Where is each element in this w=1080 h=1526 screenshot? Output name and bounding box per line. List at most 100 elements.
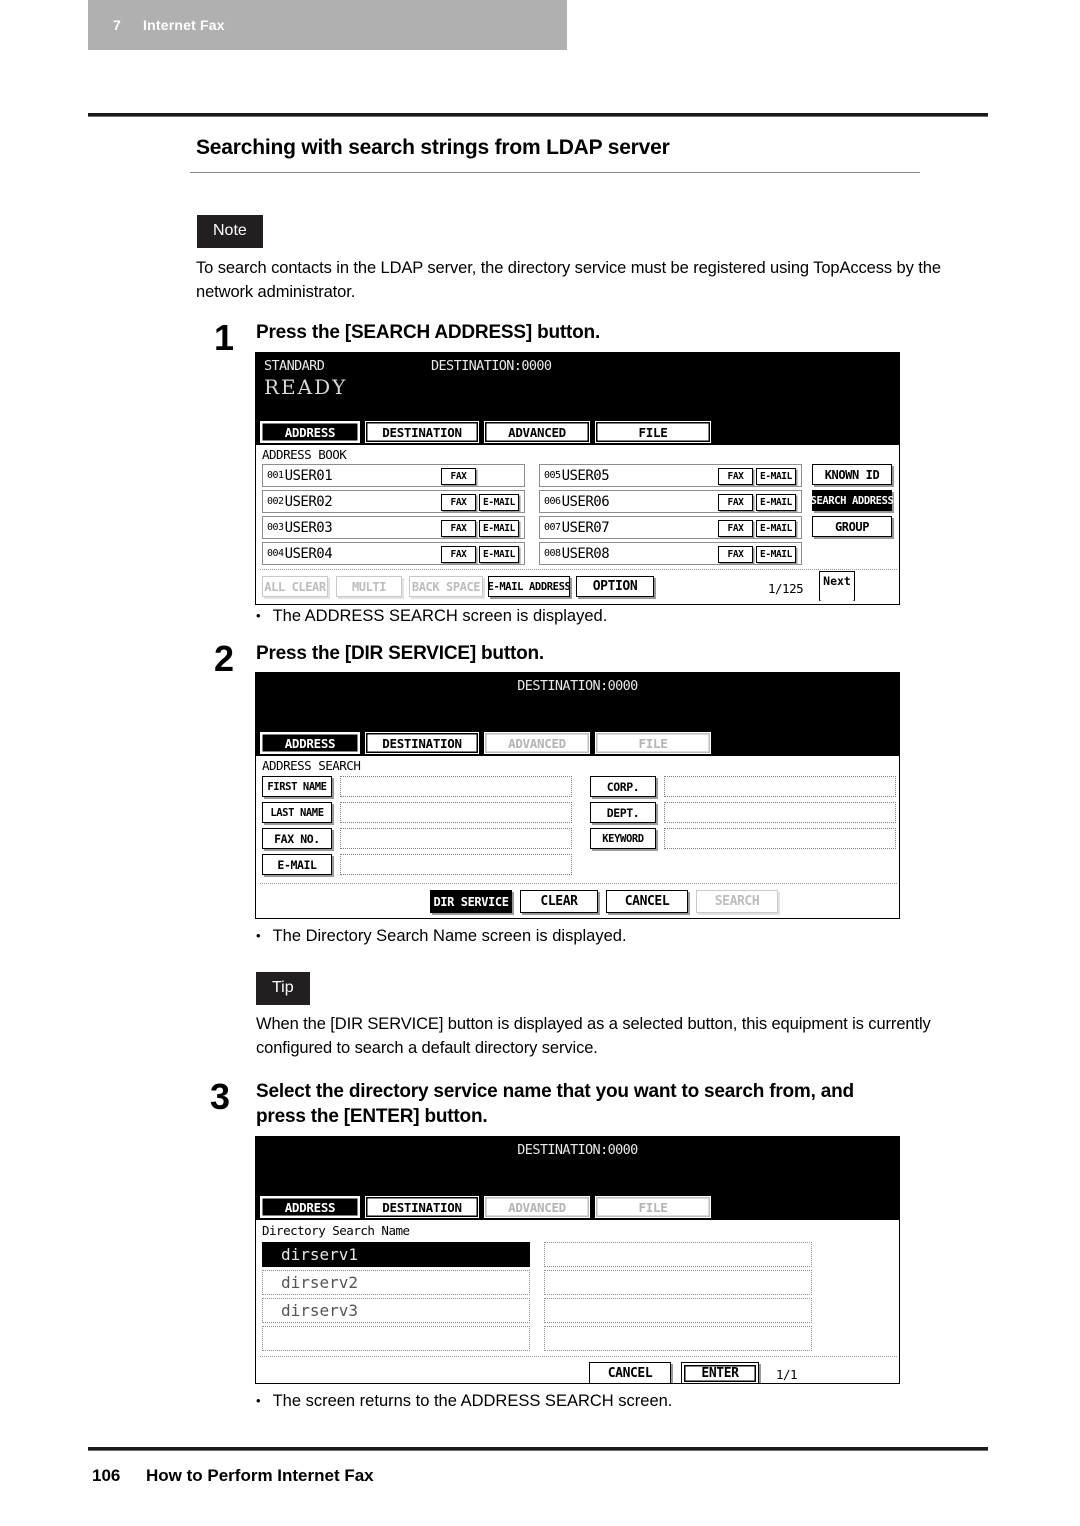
lcd3-destination-counter: DESTINATION:0000 (517, 1142, 638, 1158)
entry-fax-button[interactable]: FAX (441, 520, 476, 537)
tab-destination[interactable]: DESTINATION (365, 421, 479, 443)
directory-service-row-2[interactable]: dirserv2 (262, 1270, 530, 1295)
address-entry-003[interactable]: 003 USER03 FAX E-MAIL (262, 516, 525, 539)
tab-address[interactable]: ADDRESS (260, 732, 360, 754)
address-entry-001[interactable]: 001 USER01 FAX (262, 464, 525, 487)
lcd-screen-address-search[interactable]: DESTINATION:0000 ADDRESS DESTINATION ADV… (255, 672, 900, 919)
fax-no-input[interactable] (340, 828, 572, 849)
directory-service-row-3[interactable]: dirserv3 (262, 1298, 530, 1323)
fax-no-label-button[interactable]: FAX NO. (262, 828, 332, 849)
step-2-number: 2 (214, 638, 235, 679)
cancel-button[interactable]: CANCEL (589, 1362, 671, 1383)
corp-input[interactable] (664, 776, 896, 797)
entry-name: USER02 (284, 493, 333, 510)
header-rule (88, 113, 988, 117)
directory-service-row-1[interactable]: dirserv1 (262, 1242, 530, 1267)
entry-email-button[interactable]: E-MAIL (479, 494, 519, 511)
step-2-heading: Press the [DIR SERVICE] button. (256, 643, 544, 664)
lcd2-work-area: ADDRESS SEARCH FIRST NAME LAST NAME FAX … (256, 756, 899, 918)
directory-service-row-5[interactable] (544, 1242, 812, 1267)
dept-label-button[interactable]: DEPT. (590, 802, 656, 823)
lcd2-status-area: DESTINATION:0000 ADDRESS DESTINATION ADV… (256, 673, 899, 756)
chapter-number: 7 (113, 17, 121, 33)
entry-fax-button[interactable]: FAX (441, 494, 476, 511)
entry-name: USER06 (561, 493, 610, 510)
entry-fax-button[interactable]: FAX (718, 520, 753, 537)
entry-name: USER08 (561, 545, 610, 562)
tab-address[interactable]: ADDRESS (260, 421, 360, 443)
last-name-input[interactable] (340, 802, 572, 823)
email-input[interactable] (340, 854, 572, 875)
group-button[interactable]: GROUP (812, 516, 892, 537)
note-badge: Note (197, 215, 263, 248)
entry-index: 003 (267, 522, 284, 533)
dept-input[interactable] (664, 802, 896, 823)
directory-service-row-4[interactable] (262, 1326, 530, 1351)
entry-index: 001 (267, 470, 284, 481)
keyword-label-button[interactable]: KEYWORD (590, 828, 656, 849)
first-name-input[interactable] (340, 776, 572, 797)
last-name-label-button[interactable]: LAST NAME (262, 802, 332, 823)
tab-address[interactable]: ADDRESS (260, 1196, 360, 1218)
entry-fax-button[interactable]: FAX (718, 546, 753, 563)
enter-button[interactable]: ENTER (681, 1362, 759, 1383)
tab-advanced: ADVANCED (484, 732, 590, 754)
bullet-dot: • (256, 928, 261, 943)
chapter-header-bar: 7 Internet Fax (88, 0, 567, 50)
entry-email-button[interactable]: E-MAIL (479, 546, 519, 563)
first-name-label-button[interactable]: FIRST NAME (262, 776, 332, 797)
entry-email-button[interactable]: E-MAIL (756, 520, 796, 537)
address-entry-008[interactable]: 008 USER08 FAX E-MAIL (539, 542, 802, 565)
entry-email-button[interactable]: E-MAIL (756, 468, 796, 485)
tab-advanced[interactable]: ADVANCED (484, 421, 590, 443)
page-title: Searching with search strings from LDAP … (196, 136, 670, 159)
lcd2-tab-bar[interactable]: ADDRESS DESTINATION ADVANCED FILE (260, 732, 711, 754)
address-entry-005[interactable]: 005 USER05 FAX E-MAIL (539, 464, 802, 487)
known-id-button[interactable]: KNOWN ID (812, 464, 892, 485)
keyword-input[interactable] (664, 828, 896, 849)
lcd1-divider (260, 569, 897, 570)
step-3-heading-line1: Select the directory service name that y… (256, 1081, 854, 1102)
email-label-button[interactable]: E-MAIL (262, 854, 332, 875)
entry-email-button[interactable]: E-MAIL (756, 546, 796, 563)
directory-service-row-8[interactable] (544, 1326, 812, 1351)
lcd1-tab-bar[interactable]: ADDRESS DESTINATION ADVANCED FILE (260, 421, 711, 443)
lcd-screen-directory-search-name[interactable]: DESTINATION:0000 ADDRESS DESTINATION ADV… (255, 1136, 900, 1384)
tab-file[interactable]: FILE (595, 421, 711, 443)
lcd-screen-address-book[interactable]: STANDARD DESTINATION:0000 READY ADDRESS … (255, 352, 900, 605)
bullet-dot: • (256, 608, 261, 623)
dir-service-button[interactable]: DIR SERVICE (430, 890, 512, 913)
entry-fax-button[interactable]: FAX (718, 494, 753, 511)
tab-file: FILE (595, 1196, 711, 1218)
directory-service-row-7[interactable] (544, 1298, 812, 1323)
entry-fax-button[interactable]: FAX (441, 468, 476, 485)
multi-button[interactable]: MULTI (336, 576, 402, 597)
tip-badge: Tip (256, 972, 310, 1005)
corp-label-button[interactable]: CORP. (590, 776, 656, 797)
email-address-button[interactable]: E-MAIL ADDRESS (488, 576, 571, 597)
all-clear-button[interactable]: ALL CLEAR (262, 576, 328, 597)
chapter-name: Internet Fax (143, 17, 225, 33)
next-page-button[interactable]: Next (819, 571, 855, 601)
footer-title: How to Perform Internet Fax (146, 1466, 374, 1485)
search-address-button[interactable]: SEARCH ADDRESS (811, 490, 894, 511)
entry-fax-button[interactable]: FAX (718, 468, 753, 485)
back-space-button[interactable]: BACK SPACE (409, 576, 483, 597)
lcd3-tab-bar[interactable]: ADDRESS DESTINATION ADVANCED FILE (260, 1196, 711, 1218)
tab-destination[interactable]: DESTINATION (365, 732, 479, 754)
entry-email-button[interactable]: E-MAIL (479, 520, 519, 537)
lcd1-status-area: STANDARD DESTINATION:0000 READY ADDRESS … (256, 353, 899, 445)
address-entry-007[interactable]: 007 USER07 FAX E-MAIL (539, 516, 802, 539)
address-entry-002[interactable]: 002 USER02 FAX E-MAIL (262, 490, 525, 513)
address-entry-004[interactable]: 004 USER04 FAX E-MAIL (262, 542, 525, 565)
address-entry-006[interactable]: 006 USER06 FAX E-MAIL (539, 490, 802, 513)
option-button[interactable]: OPTION (576, 576, 654, 597)
lcd2-caption: ADDRESS SEARCH (262, 758, 361, 773)
clear-button[interactable]: CLEAR (520, 890, 598, 913)
entry-email-button[interactable]: E-MAIL (756, 494, 796, 511)
lcd3-caption: Directory Search Name (262, 1223, 410, 1238)
cancel-button[interactable]: CANCEL (606, 890, 688, 913)
directory-service-row-6[interactable] (544, 1270, 812, 1295)
entry-fax-button[interactable]: FAX (441, 546, 476, 563)
tab-destination[interactable]: DESTINATION (365, 1196, 479, 1218)
